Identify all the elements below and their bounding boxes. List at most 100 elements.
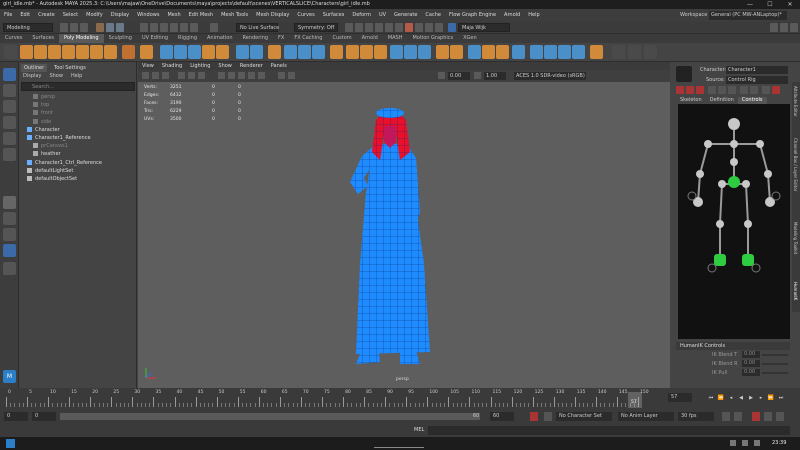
- menu-deform[interactable]: Deform: [348, 9, 375, 22]
- end-time-field[interactable]: 60: [490, 412, 514, 421]
- anim-layer-dropdown[interactable]: No Anim Layer: [618, 412, 674, 421]
- hypershade-icon[interactable]: [375, 23, 383, 32]
- outliner-item[interactable]: heather: [19, 150, 136, 158]
- select-tool-icon[interactable]: [3, 68, 16, 81]
- taskbar-app-maya[interactable]: [374, 439, 424, 448]
- search-icon[interactable]: [3, 262, 16, 275]
- bookmark-icon[interactable]: [152, 72, 159, 79]
- tab-channel-box[interactable]: Channel Box / Layer Editor: [793, 138, 798, 191]
- body-part-icon[interactable]: [686, 86, 694, 94]
- key-icon[interactable]: [772, 86, 780, 94]
- current-frame-field[interactable]: 57: [668, 393, 692, 402]
- render-setup-icon[interactable]: [385, 23, 393, 32]
- reach-icon[interactable]: [750, 86, 758, 94]
- snap-point-icon[interactable]: [160, 23, 168, 32]
- shelf-tab-motion-graphics[interactable]: Motion Graphics: [407, 34, 458, 43]
- hips-effector[interactable]: [728, 176, 740, 188]
- svg-icon[interactable]: [140, 45, 153, 59]
- transfer-attributes-icon[interactable]: [544, 45, 557, 59]
- outliner-item[interactable]: defaultObjectSet: [19, 175, 136, 183]
- save-scene-icon[interactable]: [80, 23, 88, 32]
- offset-edge-loop-icon[interactable]: [390, 45, 403, 59]
- bevel-icon[interactable]: [268, 45, 281, 59]
- menu-mesh-display[interactable]: Mesh Display: [252, 9, 293, 22]
- shelf-tab-curves[interactable]: Curves: [0, 34, 27, 43]
- workspace-dropdown[interactable]: General (PC MW-ANLaptop)*: [709, 11, 787, 20]
- poly-cube-icon[interactable]: [34, 45, 47, 59]
- slide-edge-icon[interactable]: [404, 45, 417, 59]
- shadows-icon[interactable]: [258, 72, 265, 79]
- layout-uv-icon[interactable]: [496, 45, 509, 59]
- combine-icon[interactable]: [160, 45, 173, 59]
- right-shoulder-effector[interactable]: [756, 140, 764, 148]
- unfold-icon[interactable]: [482, 45, 495, 59]
- multi-cut-icon[interactable]: [312, 45, 325, 59]
- shelf-load-icon[interactable]: [628, 45, 641, 59]
- menu-cache[interactable]: Cache: [421, 9, 445, 22]
- shelf-tab-sculpting[interactable]: Sculpting: [104, 34, 137, 43]
- extrude-icon[interactable]: [236, 45, 249, 59]
- live-surface-field[interactable]: No Live Surface: [236, 23, 279, 32]
- modeling-toolkit-icon[interactable]: [780, 23, 788, 32]
- cut-uv-icon[interactable]: [468, 45, 481, 59]
- shelf-settings-icon[interactable]: [4, 45, 17, 59]
- grid-icon[interactable]: [178, 72, 185, 79]
- anim-prefs-icon[interactable]: [764, 412, 772, 421]
- shelf-tab-surfaces[interactable]: Surfaces: [27, 34, 59, 43]
- menu-file[interactable]: File: [0, 9, 16, 22]
- outliner-item[interactable]: Character1_Ctrl_Reference: [19, 159, 136, 167]
- menu-help[interactable]: Help: [524, 9, 543, 22]
- menu-mesh[interactable]: Mesh: [163, 9, 184, 22]
- show-fk-icon[interactable]: [762, 86, 770, 94]
- blend-value-field[interactable]: 0.00: [742, 369, 760, 376]
- image-plane-icon[interactable]: [162, 72, 169, 79]
- menu-select[interactable]: Select: [59, 9, 82, 22]
- step-back-key-icon[interactable]: ⏪: [716, 395, 726, 401]
- fill-hole-icon[interactable]: [284, 45, 297, 59]
- shelf-tab-fx-caching[interactable]: FX Caching: [289, 34, 327, 43]
- maximize-button[interactable]: ☐: [760, 0, 780, 9]
- step-back-frame-icon[interactable]: ◂: [726, 395, 736, 401]
- left-shoulder-effector[interactable]: [704, 140, 712, 148]
- shelf-tab-animation[interactable]: Animation: [202, 34, 238, 43]
- lasso-tool-icon[interactable]: [3, 84, 16, 97]
- select-component-icon[interactable]: [116, 23, 124, 32]
- outliner-menu-display[interactable]: Display: [19, 72, 45, 80]
- key-selected-icon[interactable]: [752, 412, 760, 421]
- volume-icon[interactable]: [742, 440, 748, 446]
- menu-flow-graph-engine[interactable]: Flow Graph Engine: [445, 9, 500, 22]
- menu-mesh-tools[interactable]: Mesh Tools: [217, 9, 252, 22]
- snap-curve-icon[interactable]: [150, 23, 158, 32]
- channel-box-toggle-icon[interactable]: [790, 23, 798, 32]
- pin-translate-icon[interactable]: [708, 86, 716, 94]
- playback-end-field[interactable]: 60: [472, 412, 486, 421]
- auto-key-icon[interactable]: [530, 412, 538, 421]
- tab-tool-settings[interactable]: Tool Settings: [51, 64, 89, 72]
- right-foot-effector[interactable]: [742, 254, 754, 266]
- command-input[interactable]: [428, 426, 790, 435]
- right-knee-effector[interactable]: [744, 220, 752, 228]
- outliner-menu-help[interactable]: Help: [67, 72, 86, 80]
- go-to-end-icon[interactable]: ⏭: [776, 395, 786, 401]
- insert-edge-loop-icon[interactable]: [374, 45, 387, 59]
- freeze-transform-icon[interactable]: [572, 45, 585, 59]
- outliner-item[interactable]: Character1_Reference: [19, 134, 136, 142]
- shelf-edit-icon[interactable]: [612, 45, 625, 59]
- left-knee-effector[interactable]: [716, 220, 724, 228]
- render-settings-icon[interactable]: [365, 23, 373, 32]
- poly-cone-icon[interactable]: [62, 45, 75, 59]
- outliner-item[interactable]: persp: [19, 93, 136, 101]
- menu-windows[interactable]: Windows: [133, 9, 163, 22]
- smooth-shade-icon[interactable]: [228, 72, 235, 79]
- wireframe-icon[interactable]: [218, 72, 225, 79]
- mirror-icon[interactable]: [512, 45, 525, 59]
- sound-icon[interactable]: [734, 412, 742, 421]
- snap-edge-icon[interactable]: [190, 23, 198, 32]
- spine-effector[interactable]: [730, 158, 738, 166]
- viewport-menu-panels[interactable]: Panels: [267, 62, 291, 70]
- shelf-tab-rendering[interactable]: Rendering: [238, 34, 274, 43]
- pin-rotate-icon[interactable]: [718, 86, 726, 94]
- viewport-menu-show[interactable]: Show: [214, 62, 236, 70]
- outliner-item[interactable]: front: [19, 109, 136, 117]
- menu-arnold[interactable]: Arnold: [500, 9, 524, 22]
